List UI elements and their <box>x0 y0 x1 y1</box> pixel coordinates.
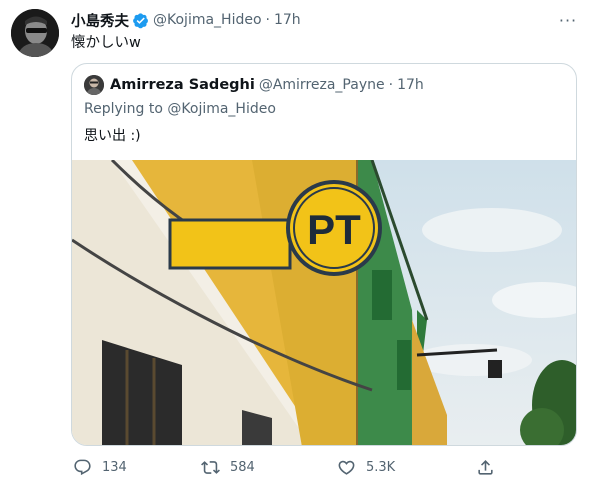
author-avatar[interactable] <box>11 9 59 57</box>
separator-dot: · <box>265 12 270 28</box>
heart-icon <box>338 460 355 475</box>
retweet-button[interactable]: 584 <box>201 455 255 479</box>
replying-to-mention: @Kojima_Hideo <box>167 101 276 117</box>
quoted-author-handle: @Amirreza_Payne <box>258 77 385 93</box>
reply-count: 134 <box>102 459 127 475</box>
quoted-tweet-header: Amirreza Sadeghi @Amirreza_Payne · 17h <box>110 75 424 95</box>
like-button[interactable]: 5.3K <box>337 455 395 479</box>
quoted-tweet-photo[interactable]: PT <box>72 160 577 446</box>
tweet-header: 小島秀夫 @Kojima_Hideo · 17h <box>71 9 301 31</box>
quoted-tweet[interactable]: Amirreza Sadeghi @Amirreza_Payne · 17h R… <box>71 63 577 446</box>
quoted-author-avatar <box>84 75 104 95</box>
reply-button[interactable]: 134 <box>73 455 127 479</box>
tweet-text: 懐かしいw <box>71 35 141 51</box>
replying-to-prefix: Replying to <box>84 101 163 117</box>
replying-to: Replying to @Kojima_Hideo <box>84 101 276 117</box>
quoted-tweet-text: 思い出 :) <box>84 128 141 144</box>
quoted-tweet-time: 17h <box>397 77 424 93</box>
tweet[interactable]: 小島秀夫 @Kojima_Hideo · 17h ··· 懐かしいw Amirr… <box>0 0 589 484</box>
user-avatar-icon <box>11 9 59 57</box>
sign-text: PT <box>307 206 361 253</box>
retweet-icon <box>201 460 220 474</box>
reply-icon <box>74 459 91 475</box>
author-handle[interactable]: @Kojima_Hideo <box>153 12 262 28</box>
share-button[interactable] <box>476 455 505 479</box>
tweet-actions: 134 584 5.3K <box>71 455 501 479</box>
retweet-count: 584 <box>230 459 255 475</box>
share-icon <box>478 459 493 475</box>
verified-badge-icon <box>133 12 148 28</box>
quoted-author-name: Amirreza Sadeghi <box>110 77 255 93</box>
quoted-user-avatar-icon <box>84 75 104 95</box>
tweet-time[interactable]: 17h <box>274 12 301 28</box>
quoted-separator-dot: · <box>388 77 394 93</box>
author-name[interactable]: 小島秀夫 <box>71 10 129 31</box>
more-options-button[interactable]: ··· <box>556 10 580 30</box>
like-count: 5.3K <box>366 459 396 475</box>
more-icon: ··· <box>558 10 578 30</box>
